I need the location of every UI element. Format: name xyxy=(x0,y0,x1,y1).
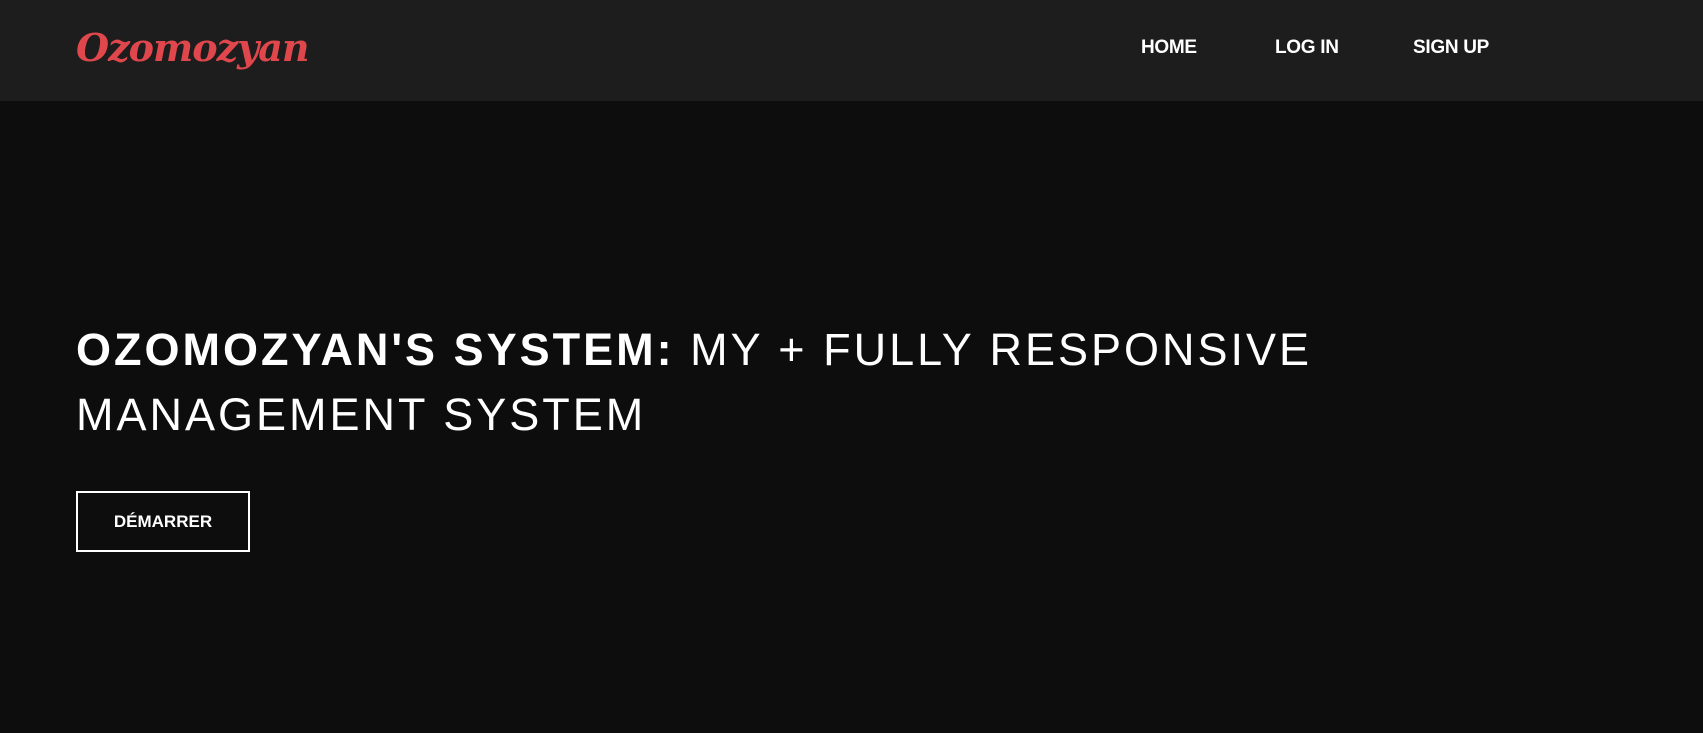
top-navbar: Ozomozyan HOME LOG IN SIGN UP xyxy=(0,0,1703,101)
nav-link-signup[interactable]: SIGN UP xyxy=(1413,36,1489,60)
hero-title-line2: MANAGEMENT SYSTEM xyxy=(76,389,647,440)
hero-title-bold: OZOMOZYAN'S SYSTEM: xyxy=(76,324,675,375)
brand-logo[interactable]: Ozomozyan xyxy=(76,22,309,74)
hero-title: OZOMOZYAN'S SYSTEM: MY + FULLY RESPONSIV… xyxy=(76,317,1376,447)
start-button[interactable]: DÉMARRER xyxy=(76,491,250,552)
nav-link-login[interactable]: LOG IN xyxy=(1275,36,1339,60)
hero-title-line1: MY + FULLY RESPONSIVE xyxy=(690,324,1313,375)
nav-link-home[interactable]: HOME xyxy=(1141,36,1197,60)
hero-section: OZOMOZYAN'S SYSTEM: MY + FULLY RESPONSIV… xyxy=(0,101,1703,733)
